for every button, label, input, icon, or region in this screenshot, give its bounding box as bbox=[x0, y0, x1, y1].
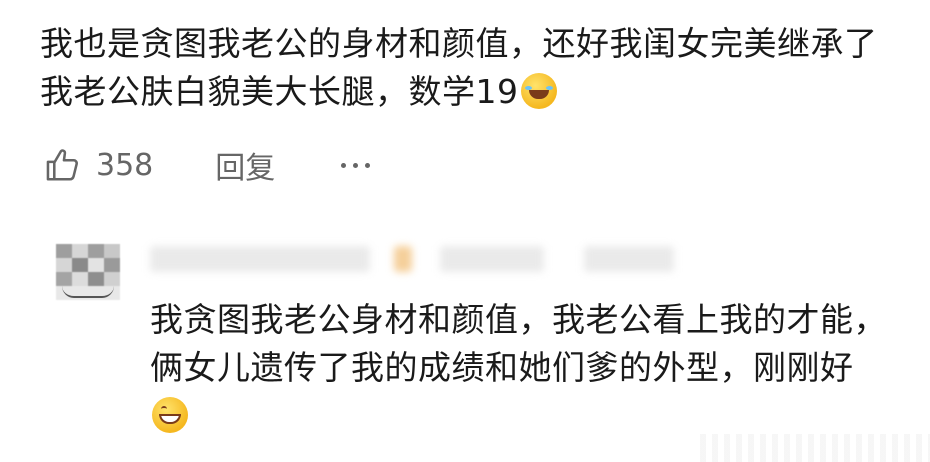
watermark bbox=[700, 434, 930, 462]
thumbs-up-icon bbox=[46, 149, 78, 181]
grinning-icon bbox=[152, 397, 188, 433]
blurred-username bbox=[150, 246, 370, 272]
comment-text: 我也是贪图我老公的身材和颜值，还好我闺女完美继承了我老公肤白貌美大长腿，数学19 bbox=[40, 20, 910, 116]
avatar-decoration bbox=[62, 286, 114, 298]
blurred-meta bbox=[440, 246, 544, 272]
blurred-badge bbox=[394, 246, 412, 272]
like-button[interactable]: 358 bbox=[44, 146, 153, 184]
reply-body: 我贪图我老公身材和颜值，我老公看上我的才能，俩女儿遗传了我的成绩和她们爹的外型，… bbox=[150, 300, 887, 387]
more-dots-icon[interactable] bbox=[341, 162, 371, 168]
comment-body: 我也是贪图我老公的身材和颜值，还好我闺女完美继承了我老公肤白貌美大长腿，数学19 bbox=[40, 24, 878, 111]
reply-button[interactable]: 回复 bbox=[215, 143, 275, 187]
laughing-tears-icon bbox=[520, 73, 557, 109]
comment-actions: 358 回复 bbox=[44, 140, 371, 190]
reply-text: 我贪图我老公身材和颜值，我老公看上我的才能，俩女儿遗传了我的成绩和她们爹的外型，… bbox=[150, 296, 890, 440]
blurred-meta bbox=[584, 246, 674, 272]
like-count: 358 bbox=[96, 147, 154, 183]
